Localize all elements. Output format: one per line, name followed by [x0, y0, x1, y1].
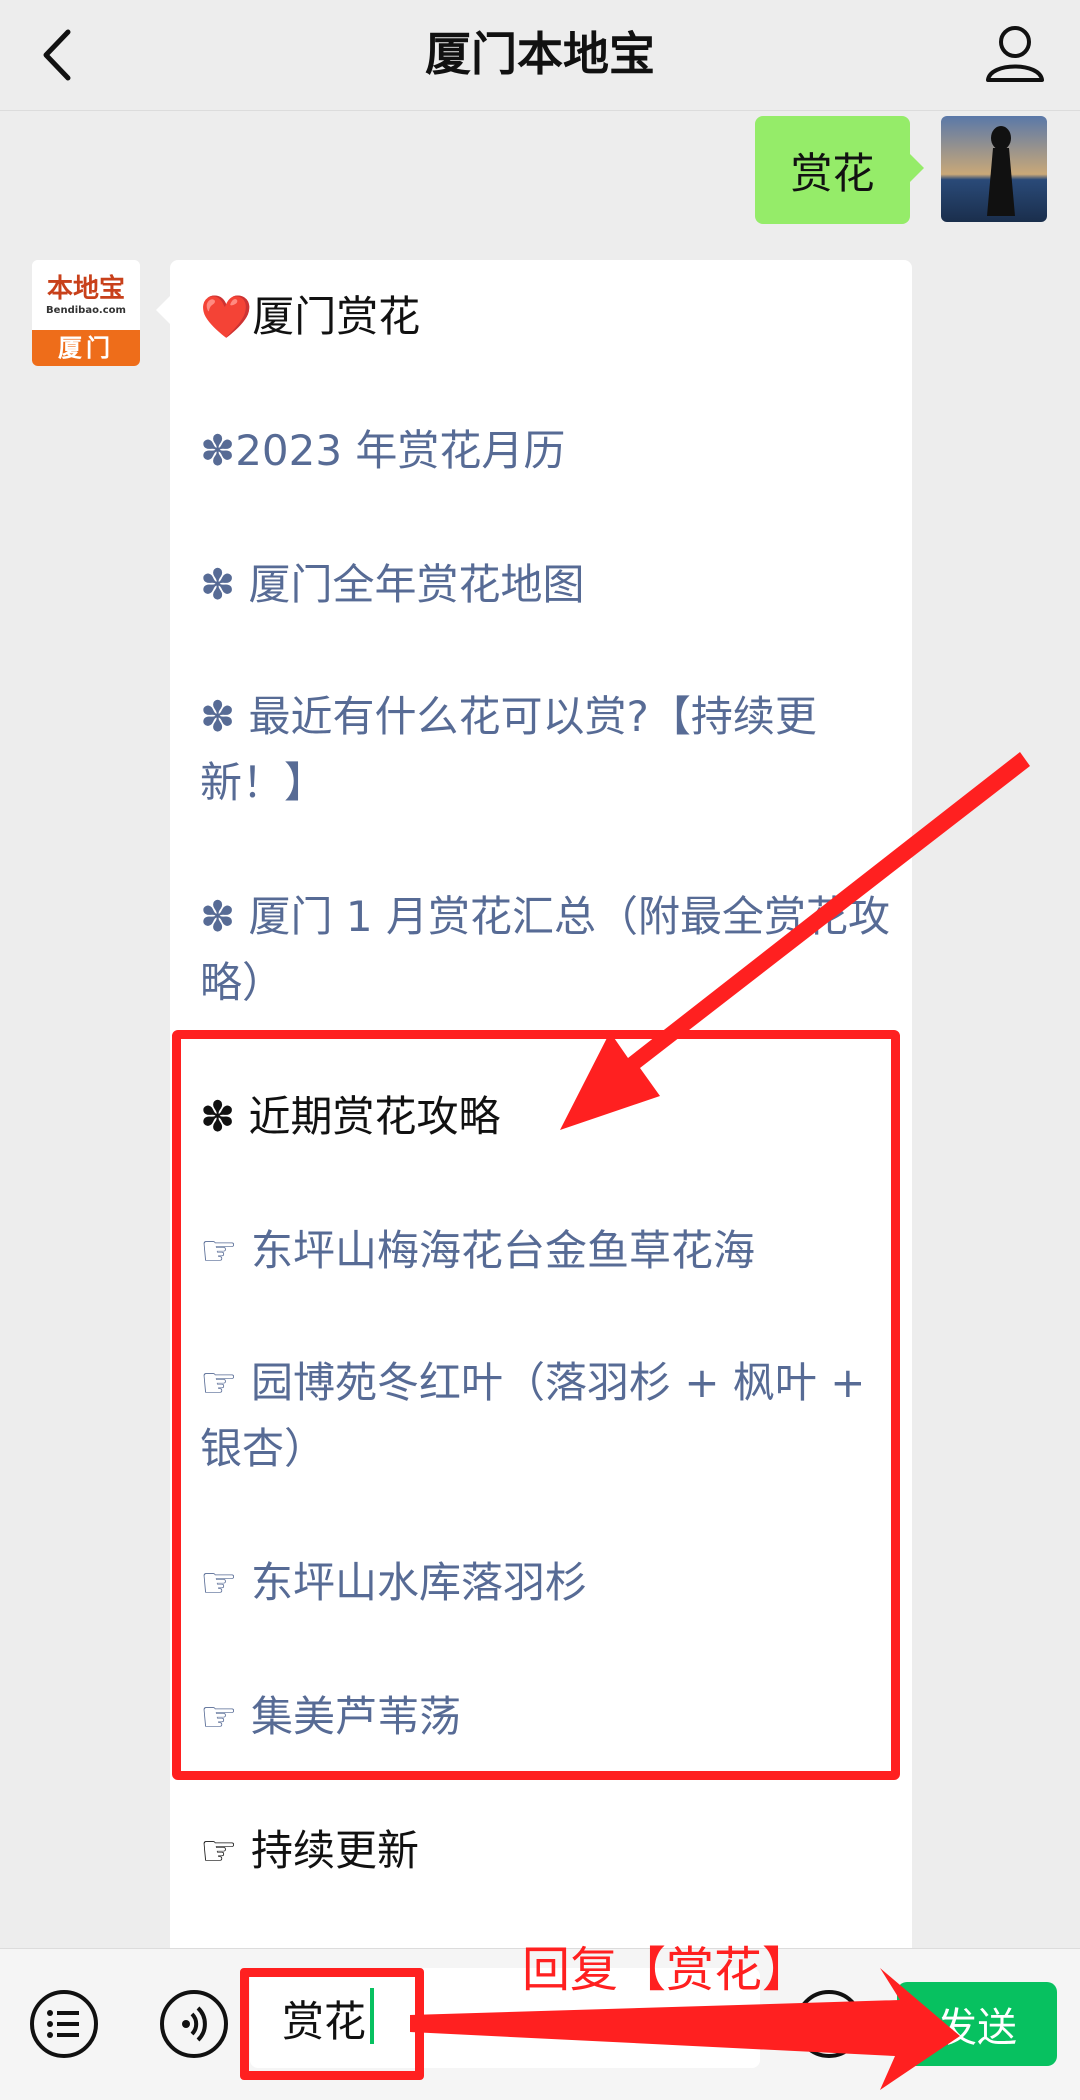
reply-link-january-summary[interactable]: ✽ 厦门 1 月赏花汇总（附最全赏花攻略） — [200, 884, 890, 1016]
page-title: 厦门本地宝 — [425, 27, 655, 81]
reply-instruction-note: 回复【赏花】 — [522, 1942, 811, 1998]
avatar-brand-url: Bendibao.com — [46, 305, 126, 316]
sent-message-bubble[interactable]: 赏花 — [755, 116, 924, 224]
reply-line-continuing: ☞ 持续更新 — [200, 1826, 420, 1875]
highlight-box — [172, 1030, 900, 1780]
reply-line-title: ❤️厦门赏花 — [200, 292, 421, 341]
avatar-brand-city: 厦门 — [32, 330, 140, 366]
input-highlight-box — [240, 1968, 424, 2080]
emoji-icon[interactable] — [795, 1990, 863, 2058]
reply-link-recent-flowers[interactable]: ✽ 最近有什么花可以赏?【持续更新！】 — [200, 684, 890, 816]
voice-icon[interactable] — [160, 1990, 228, 2058]
menu-list-icon[interactable] — [30, 1990, 98, 2058]
avatar-brand-name: 本地宝 — [46, 274, 125, 304]
user-icon[interactable] — [980, 18, 1050, 88]
reply-link-map[interactable]: ✽ 厦门全年赏花地图 — [200, 552, 890, 618]
reply-link-calendar[interactable]: ✽2023 年赏花月历 — [200, 418, 890, 484]
official-account-avatar[interactable]: 本地宝 Bendibao.com 厦门 — [32, 260, 140, 366]
send-button[interactable]: 发送 — [897, 1982, 1057, 2066]
top-bar: 厦门本地宝 — [0, 0, 1080, 111]
avatar-photo-icon — [941, 116, 1047, 222]
my-avatar[interactable] — [941, 116, 1047, 222]
sent-message-text: 赏花 — [790, 148, 875, 198]
